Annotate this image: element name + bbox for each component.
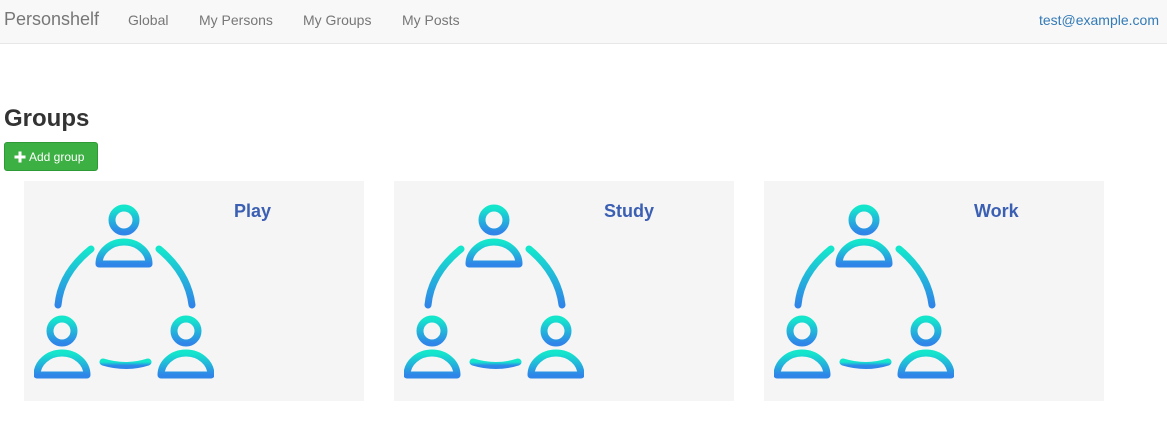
add-group-button[interactable]: Add group — [4, 142, 98, 171]
group-card-study[interactable]: Study — [394, 181, 734, 401]
nav-link-global[interactable]: Global — [128, 12, 168, 28]
nav-link-my-posts[interactable]: My Posts — [402, 12, 460, 28]
group-title[interactable]: Play — [234, 201, 271, 222]
add-group-label: Add group — [29, 149, 85, 164]
group-card-work[interactable]: Work — [764, 181, 1104, 401]
group-icon — [34, 201, 214, 381]
group-icon — [404, 201, 584, 381]
plus-icon — [14, 151, 26, 162]
group-title[interactable]: Study — [604, 201, 654, 222]
nav-link-my-groups[interactable]: My Groups — [303, 12, 371, 28]
navbar: Personshelf Global My Persons My Groups … — [0, 0, 1167, 44]
brand-link[interactable]: Personshelf — [4, 9, 99, 30]
group-icon — [774, 201, 954, 381]
group-card-play[interactable]: Play — [24, 181, 364, 401]
page-title: Groups — [4, 105, 90, 132]
group-title[interactable]: Work — [974, 201, 1019, 222]
nav-link-my-persons[interactable]: My Persons — [199, 12, 273, 28]
user-email-link[interactable]: test@example.com — [1039, 12, 1159, 28]
